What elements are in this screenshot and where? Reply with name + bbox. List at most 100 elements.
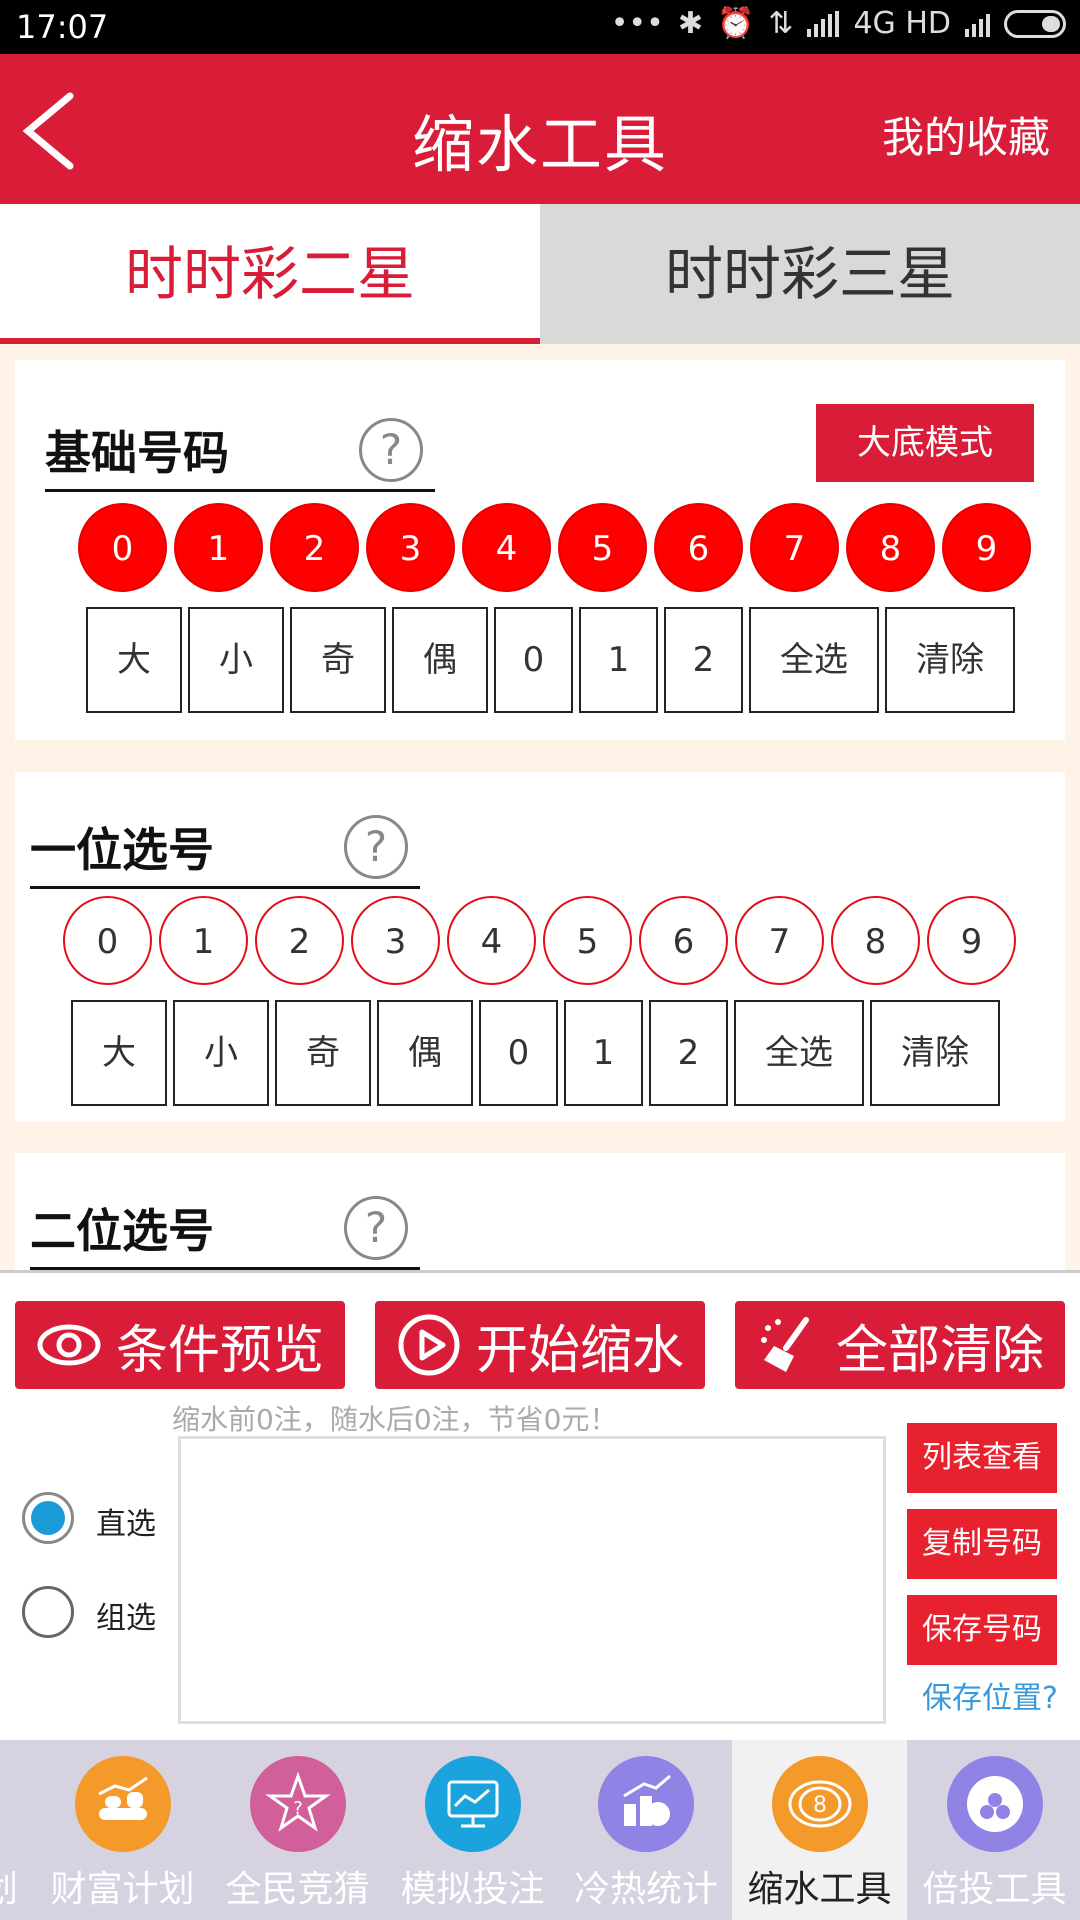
tab-three-star[interactable]: 时时彩三星 <box>540 204 1080 344</box>
base-number-balls: 0 1 2 3 4 5 6 7 8 9 <box>78 503 1031 592</box>
nav-item-shrink-tool[interactable]: 8 缩水工具 <box>732 1740 907 1920</box>
number-ball[interactable]: 7 <box>735 896 824 985</box>
nav-item-plan[interactable]: 划 <box>0 1740 40 1920</box>
savings-summary: 缩水前0注，随水后0注，节省0元！ <box>172 1403 618 1436</box>
number-ball[interactable]: 5 <box>558 503 647 592</box>
broom-icon <box>760 1317 809 1372</box>
clear-button[interactable]: 清除 <box>885 607 1015 713</box>
filter-mod2-button[interactable]: 2 <box>649 1000 728 1106</box>
number-ball[interactable]: 4 <box>462 503 551 592</box>
select-all-button[interactable]: 全选 <box>734 1000 864 1106</box>
number-ball[interactable]: 4 <box>447 896 536 985</box>
second-position-card: 二位选号 ? <box>15 1153 1065 1270</box>
filter-big-button[interactable]: 大 <box>86 607 182 713</box>
my-favorites-link[interactable]: 我的收藏 <box>882 104 1050 165</box>
section-title: 二位选号 <box>30 1203 214 1258</box>
filter-even-button[interactable]: 偶 <box>392 607 488 713</box>
number-ball[interactable]: 6 <box>654 503 743 592</box>
start-label: 开始缩水 <box>475 1320 684 1381</box>
help-icon[interactable]: ? <box>359 417 423 482</box>
nav-item-simulate[interactable]: 模拟投注 <box>385 1740 560 1920</box>
status-icons: ••• ✱ ⏰ ⇅ 4G HD <box>611 6 1066 41</box>
nav-item-hot-cold[interactable]: 冷热统计 <box>560 1740 732 1920</box>
tab-two-star[interactable]: 时时彩二星 <box>0 204 540 344</box>
help-icon[interactable]: ? <box>344 814 408 879</box>
direct-radio[interactable] <box>22 1492 74 1544</box>
save-location-link[interactable]: 保存位置? <box>922 1673 1058 1717</box>
group-radio[interactable] <box>22 1586 74 1638</box>
app-bar: 缩水工具 我的收藏 <box>0 54 1080 204</box>
base-mode-button[interactable]: 大底模式 <box>816 404 1034 482</box>
filter-mod1-button[interactable]: 1 <box>564 1000 643 1106</box>
number-ball[interactable]: 8 <box>831 896 920 985</box>
nav-label: 倍投工具 <box>922 1869 1067 1910</box>
nav-label: 模拟投注 <box>400 1869 545 1910</box>
number-ball[interactable]: 1 <box>174 503 263 592</box>
status-bar: 17:07 ••• ✱ ⏰ ⇅ 4G HD <box>0 0 1080 54</box>
bottom-nav: 划 财富计划 ? 全民竞猜 模拟投注 冷热统计 8 缩水工具 倍投工具 <box>0 1740 1080 1920</box>
preview-label: 条件预览 <box>115 1320 324 1381</box>
number-ball[interactable]: 9 <box>942 503 1031 592</box>
direct-label: 直选 <box>96 1507 156 1542</box>
battery-icon <box>1004 9 1066 38</box>
filter-odd-button[interactable]: 奇 <box>275 1000 371 1106</box>
signal-icon <box>807 10 840 37</box>
group-label: 组选 <box>96 1601 156 1636</box>
section-title: 基础号码 <box>45 425 229 480</box>
svg-text:8: 8 <box>813 1793 827 1818</box>
number-ball[interactable]: 8 <box>846 503 935 592</box>
number-ball[interactable]: 3 <box>366 503 455 592</box>
hot-cold-stats-icon <box>598 1756 694 1852</box>
number-ball[interactable]: 6 <box>639 896 728 985</box>
save-numbers-button[interactable]: 保存号码 <box>907 1595 1057 1665</box>
filter-mod2-button[interactable]: 2 <box>664 607 743 713</box>
number-ball[interactable]: 0 <box>78 503 167 592</box>
nav-item-multiple-bet[interactable]: 倍投工具 <box>907 1740 1080 1920</box>
filter-small-button[interactable]: 小 <box>173 1000 269 1106</box>
number-ball[interactable]: 2 <box>255 896 344 985</box>
number-ball[interactable]: 0 <box>63 896 152 985</box>
filter-big-button[interactable]: 大 <box>71 1000 167 1106</box>
filter-mod0-button[interactable]: 0 <box>494 607 573 713</box>
nav-label: 划 <box>0 1860 40 1912</box>
number-ball[interactable]: 2 <box>270 503 359 592</box>
filter-even-button[interactable]: 偶 <box>377 1000 473 1106</box>
preview-conditions-button[interactable]: 条件预览 <box>15 1301 345 1389</box>
copy-numbers-button[interactable]: 复制号码 <box>907 1509 1057 1579</box>
list-view-button[interactable]: 列表查看 <box>907 1423 1057 1493</box>
nav-label: 全民竞猜 <box>225 1869 370 1910</box>
eye-icon <box>37 1324 101 1366</box>
filter-odd-button[interactable]: 奇 <box>290 607 386 713</box>
svg-text:?: ? <box>293 1798 303 1819</box>
result-numbers-textarea[interactable] <box>178 1436 886 1724</box>
alarm-icon: ⏰ <box>716 6 755 41</box>
nav-label: 冷热统计 <box>573 1869 718 1910</box>
nav-item-guess[interactable]: ? 全民竞猜 <box>210 1740 385 1920</box>
start-shrink-button[interactable]: 开始缩水 <box>375 1301 705 1389</box>
multiple-bet-icon <box>946 1756 1043 1852</box>
section-title: 一位选号 <box>30 822 214 877</box>
filter-mod1-button[interactable]: 1 <box>579 607 658 713</box>
network-type: 4G HD <box>853 6 951 41</box>
first-position-header: 一位选号 ? <box>30 807 420 889</box>
filter-small-button[interactable]: 小 <box>188 607 284 713</box>
lottery-tabs: 时时彩二星 时时彩三星 <box>0 204 1080 344</box>
more-dots-icon: ••• <box>610 6 664 41</box>
clear-button[interactable]: 清除 <box>870 1000 1000 1106</box>
data-transfer-icon: ⇅ <box>768 6 794 41</box>
first-position-card: 一位选号 ? 0 1 2 3 4 5 6 7 8 9 大 小 奇 偶 0 1 2… <box>15 772 1065 1122</box>
select-all-button[interactable]: 全选 <box>749 607 879 713</box>
number-ball[interactable]: 7 <box>750 503 839 592</box>
number-ball[interactable]: 9 <box>927 896 1016 985</box>
nav-item-wealth-plan[interactable]: 财富计划 <box>35 1740 210 1920</box>
base-filter-buttons: 大 小 奇 偶 0 1 2 全选 清除 <box>86 607 1015 713</box>
help-icon[interactable]: ? <box>344 1195 408 1260</box>
number-ball[interactable]: 3 <box>351 896 440 985</box>
filter-mod0-button[interactable]: 0 <box>479 1000 558 1106</box>
clear-all-button[interactable]: 全部清除 <box>735 1301 1065 1389</box>
shrink-tool-icon: 8 <box>771 1756 868 1852</box>
number-ball[interactable]: 5 <box>543 896 632 985</box>
number-ball[interactable]: 1 <box>159 896 248 985</box>
wealth-plan-icon <box>74 1756 171 1852</box>
base-numbers-card: 基础号码 ? 大底模式 0 1 2 3 4 5 6 7 8 9 大 小 奇 偶 … <box>15 360 1065 740</box>
